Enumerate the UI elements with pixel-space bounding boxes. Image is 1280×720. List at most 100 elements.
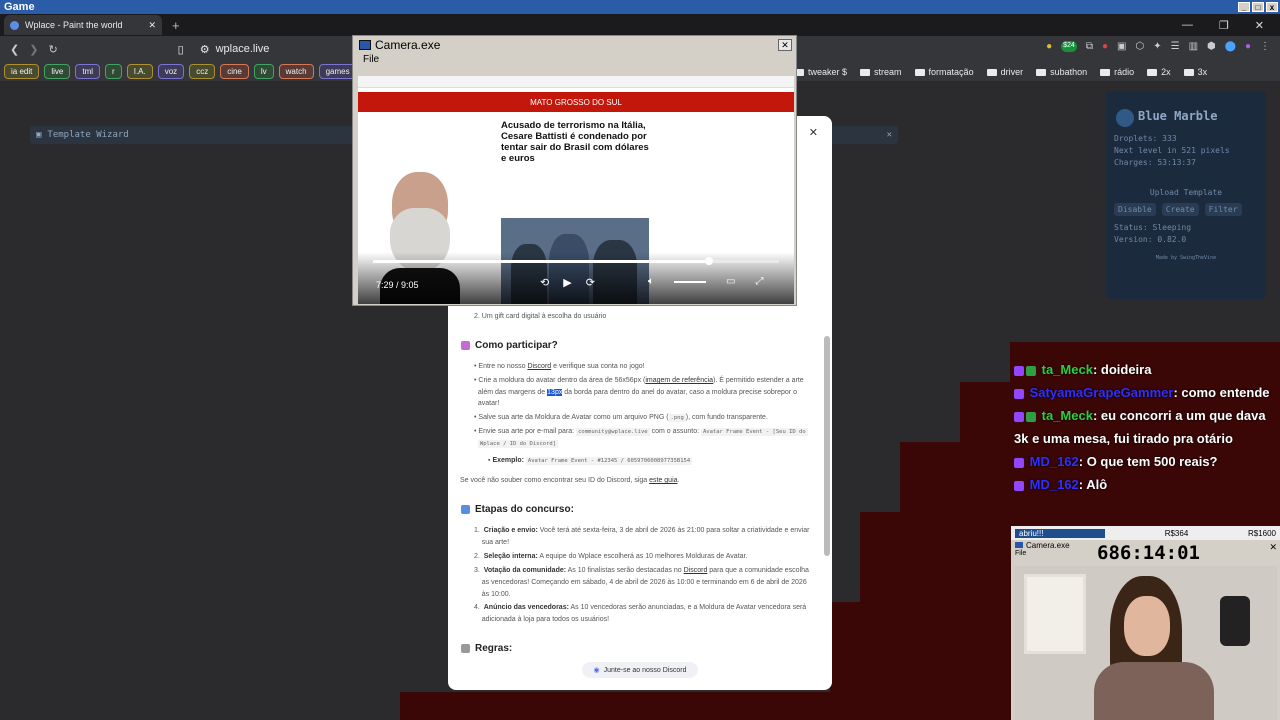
bookmark-chip[interactable]: voz [157, 64, 185, 79]
discord-icon: ◉ [593, 667, 600, 674]
ext-icon-8[interactable]: ⬢ [1207, 41, 1216, 52]
modal-close-icon[interactable]: ✕ [809, 126, 818, 139]
camera-titlebar[interactable]: Camera.exe ✕ [353, 36, 796, 54]
bookmark-chip[interactable]: ccz [189, 64, 216, 79]
stage-item: 4. Anúncio das vencedoras: As 10 vencedo… [474, 604, 807, 611]
maximize-button[interactable]: □ [1252, 2, 1264, 12]
discord-link[interactable]: Discord [684, 567, 708, 574]
address-bar[interactable]: wplace.live [216, 43, 270, 55]
bookmark-chip[interactable]: games [318, 64, 357, 79]
rewind-icon[interactable]: ⟲ [540, 276, 549, 289]
streamer-webcam [1014, 566, 1277, 720]
close-button[interactable]: x [1266, 2, 1278, 12]
badge-icon [1014, 480, 1024, 491]
guide-link[interactable]: este guia [649, 477, 677, 484]
bookmark-folder[interactable]: driver [986, 67, 1023, 77]
bookmark-chip[interactable]: r [105, 64, 122, 79]
email-code: community@wplace.live [576, 428, 650, 436]
stage-item-cont: as vencedoras! Começando em sábado, 4 de… [481, 579, 807, 586]
camera-app-icon [359, 40, 371, 50]
bookmark-chip[interactable]: live [44, 64, 71, 79]
video-player[interactable]: MATO GROSSO DO SUL Acusado de terrorismo… [358, 76, 794, 304]
badge-icon [1026, 365, 1036, 376]
window-minimize-icon[interactable]: — [1182, 19, 1193, 32]
bookmark-folder[interactable]: rádio [1100, 67, 1134, 77]
minimize-button[interactable]: _ [1238, 2, 1250, 12]
window-close-icon[interactable]: ✕ [1255, 19, 1264, 32]
pin-icon [461, 644, 470, 653]
globe-icon [1116, 109, 1134, 127]
bookmark-folder[interactable]: formatação [914, 67, 974, 77]
ext-badge[interactable]: $24 [1061, 41, 1077, 52]
bookmark-chip[interactable]: lv [253, 64, 274, 79]
tab-strip: Wplace - Paint the world ✕ + — ❐ ✕ [0, 14, 1280, 36]
create-button[interactable]: Create [1161, 203, 1199, 216]
bookmark-chip[interactable]: tml [75, 64, 101, 79]
modal-scrollbar[interactable] [824, 336, 830, 556]
bookmark-chip[interactable]: I.A. [126, 64, 153, 79]
fullscreen-icon[interactable]: ⤢ [755, 276, 763, 287]
disable-button[interactable]: Disable [1114, 203, 1156, 216]
ext-icon-9[interactable]: ⬤ [1225, 41, 1236, 52]
ext-icon-6[interactable]: ✦ [1153, 41, 1161, 52]
bookmark-chip[interactable]: cine [220, 64, 249, 79]
discord-link[interactable]: Discord [527, 363, 551, 370]
volume-slider[interactable] [674, 280, 706, 283]
bookmark-folder[interactable]: stream [860, 67, 902, 77]
chat-message: ta_Meck: doideira [1014, 358, 1280, 381]
reload-icon[interactable]: ↻ [48, 43, 57, 56]
video-time: 7:29 / 9:05 [376, 280, 419, 290]
bookmark-icon[interactable]: ▯ [178, 43, 184, 56]
ext-icon-5[interactable]: ⬡ [1135, 41, 1144, 52]
stage-item-cont: às 10:00. [481, 591, 511, 598]
volume-icon[interactable]: 🔈︎ [648, 276, 654, 287]
tab-close-icon[interactable]: ✕ [148, 20, 156, 31]
goal-bar: abriu!!! R$364 R$1600 [1011, 526, 1280, 540]
next-level-text: Next level in 521 pixels [1114, 146, 1230, 155]
captions-icon[interactable]: ▭ [726, 276, 735, 287]
wizard-close-icon[interactable]: ✕ [887, 130, 898, 140]
chat-message: SatyamaGrapeGammer: como entende [1014, 381, 1280, 404]
ext-icon-7[interactable]: ☰ [1171, 41, 1180, 52]
back-icon[interactable]: ❮ [10, 43, 19, 56]
mailbox-icon [461, 341, 470, 350]
wizard-title: Template Wizard [47, 130, 129, 140]
droplets-text: Droplets: 333 [1114, 134, 1177, 143]
ext-icon-4[interactable]: ▣ [1117, 41, 1126, 52]
ext-icon-10[interactable]: ● [1245, 41, 1251, 52]
chat-message: MD_162: O que tem 500 reais? [1014, 450, 1280, 473]
forward-icon[interactable]: ⟳ [586, 276, 595, 289]
play-icon[interactable]: ▶ [563, 276, 571, 289]
bookmark-folder[interactable]: 2x [1147, 67, 1171, 77]
forward-icon[interactable]: ❯ [29, 43, 38, 56]
window-restore-icon[interactable]: ❐ [1219, 19, 1229, 32]
ext-icon-1[interactable]: ● [1046, 41, 1052, 52]
bookmark-folder[interactable]: 3x [1183, 67, 1207, 77]
bookmark-chip[interactable]: ia edit [4, 64, 40, 79]
reference-image-link[interactable]: imagem de referência [645, 377, 713, 384]
new-tab-button[interactable]: + [172, 18, 180, 33]
badge-icon [1014, 457, 1024, 468]
upload-template-button[interactable]: Upload Template [1114, 187, 1258, 199]
charges-text: Charges: 53:13:37 [1114, 158, 1196, 167]
blue-marble-panel: Blue Marble Droplets: 333 Next level in … [1106, 91, 1266, 299]
stage-item-cont: adicionada à loja para todos os usuários… [481, 616, 610, 623]
ext-icon-3[interactable]: ● [1102, 41, 1108, 52]
sidebar-icon[interactable]: ▥ [1189, 41, 1198, 52]
bookmark-folder[interactable]: subathon [1036, 67, 1087, 77]
badge-icon [1014, 411, 1024, 422]
camera-window[interactable]: Camera.exe ✕ File MATO GROSSO DO SUL Acu… [352, 35, 797, 306]
video-progress-bar[interactable] [373, 257, 779, 265]
join-discord-button[interactable]: ◉ Junte-se ao nosso Discord [582, 662, 698, 678]
filter-button[interactable]: Filter [1204, 203, 1242, 216]
ext-icon-2[interactable]: ⧉ [1086, 41, 1093, 52]
bookmark-chip[interactable]: watch [278, 64, 314, 79]
site-info-icon[interactable]: ⚙ [200, 43, 210, 56]
status-text: Status: Sleeping [1114, 223, 1192, 232]
bookmark-folder[interactable]: tweaker $ [794, 67, 847, 77]
menu-icon[interactable]: ⋮ [1260, 41, 1270, 52]
camera-close-button[interactable]: ✕ [778, 39, 792, 51]
file-menu[interactable]: File [353, 54, 796, 68]
browser-tab[interactable]: Wplace - Paint the world ✕ [4, 15, 162, 35]
stage-item-cont: sua arte! [481, 539, 510, 546]
